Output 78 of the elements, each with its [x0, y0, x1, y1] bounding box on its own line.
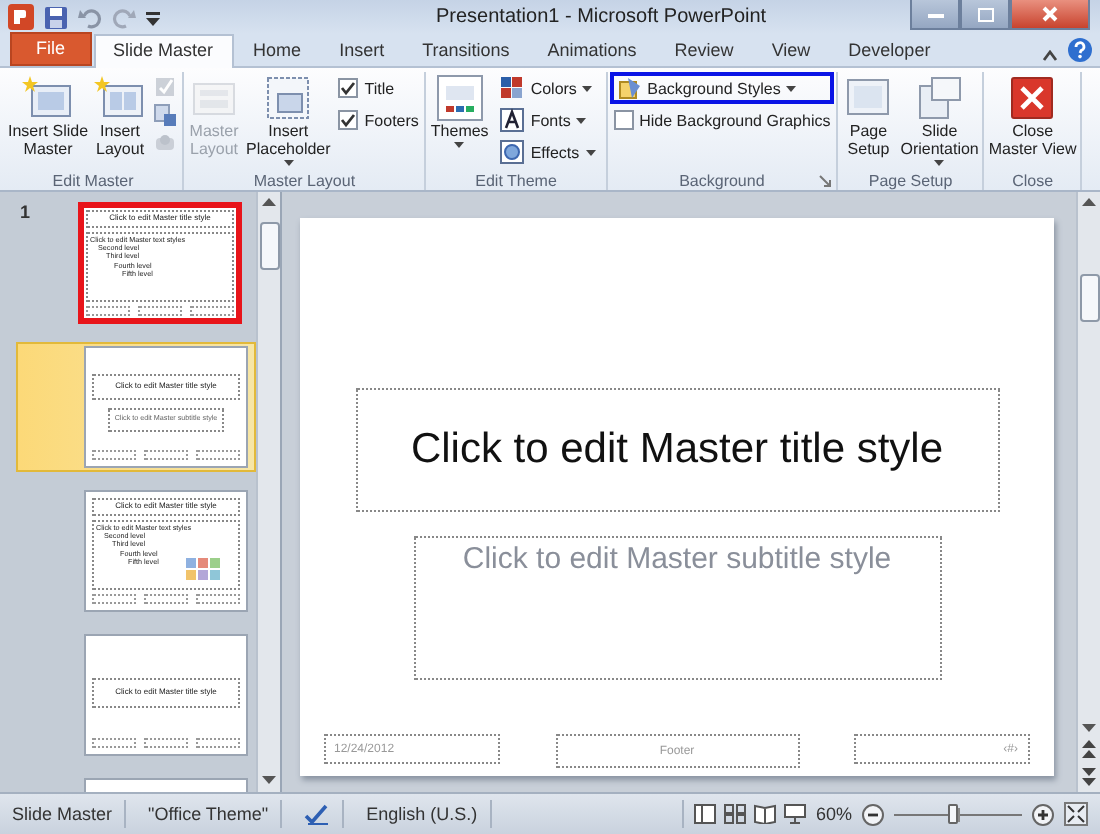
placeholder-icon: [262, 74, 315, 122]
previous-slide-icon[interactable]: [1082, 740, 1096, 760]
dialog-launcher-icon[interactable]: [818, 174, 833, 188]
slideshow-icon[interactable]: [783, 804, 806, 824]
scroll-thumb[interactable]: [1079, 274, 1099, 322]
ribbon-button[interactable]: Insert Slide Master: [6, 72, 91, 160]
window-title: Presentation1 - Microsoft PowerPoint: [434, 6, 769, 28]
scrollbar[interactable]: [256, 192, 280, 792]
group-label: Page Setup: [868, 171, 953, 189]
reading-view-icon[interactable]: [753, 804, 776, 824]
font-icon: [500, 108, 525, 132]
themes-icon: [433, 74, 486, 122]
save-icon[interactable]: [44, 5, 68, 29]
spelling-check-icon[interactable]: [304, 803, 331, 825]
status-text: "Office Theme": [136, 800, 283, 828]
checkbox[interactable]: Hide Background Graphics: [609, 104, 835, 136]
file-tab[interactable]: File: [10, 32, 92, 66]
ribbon-tab[interactable]: View: [753, 36, 829, 66]
ribbon-button[interactable]: Insert Layout: [92, 72, 149, 160]
customize-menu-icon[interactable]: [146, 9, 160, 25]
minimize-ribbon-icon[interactable]: [1042, 50, 1058, 62]
minimize-button[interactable]: [910, 0, 960, 30]
scroll-down-icon[interactable]: [262, 776, 276, 786]
zoom-slider[interactable]: [894, 804, 1022, 824]
slide-sorter-icon[interactable]: [723, 804, 746, 824]
ribbon-button[interactable]: Close Master View: [986, 72, 1079, 160]
ribbon-button[interactable]: Effects: [492, 136, 604, 168]
close-icon: [1042, 6, 1058, 22]
group-label: Close: [1012, 171, 1054, 189]
group-label: Background: [679, 171, 765, 189]
maximize-icon: [977, 7, 993, 21]
ribbon-tab[interactable]: Slide Master: [93, 34, 234, 68]
ribbon-tab[interactable]: Transitions: [404, 36, 528, 66]
minimize-icon: [927, 11, 943, 17]
ribbon-button[interactable]: Page Setup: [840, 72, 897, 160]
close-button[interactable]: [1010, 0, 1090, 30]
orientation-icon: [913, 74, 966, 122]
maximize-button[interactable]: [960, 0, 1010, 30]
status-text[interactable]: English (U.S.): [354, 800, 492, 828]
content-icons-drawing: [186, 558, 222, 582]
ribbon-button[interactable]: Insert Placeholder: [244, 72, 333, 168]
scroll-up-icon[interactable]: [1082, 198, 1096, 208]
close-icon: [1006, 74, 1059, 122]
scroll-down-icon[interactable]: [1082, 724, 1096, 734]
zoom-out-icon[interactable]: [862, 803, 884, 825]
status-text: Slide Master: [0, 800, 127, 828]
ribbon-tab[interactable]: Review: [656, 36, 752, 66]
normal-view-icon[interactable]: [693, 804, 716, 824]
ribbon-button[interactable]: Fonts: [492, 104, 604, 136]
scroll-up-icon[interactable]: [262, 198, 276, 208]
scroll-thumb[interactable]: [259, 222, 279, 270]
effects-icon: [500, 140, 525, 164]
group-label: Master Layout: [253, 171, 356, 189]
paint-bucket-icon: [617, 76, 642, 100]
ribbon-tab[interactable]: Insert: [321, 36, 403, 66]
slide-number: 1: [20, 202, 31, 222]
layout-icon: [94, 74, 147, 122]
title-placeholder[interactable]: Click to edit Master title style: [355, 388, 999, 512]
ribbon-button[interactable]: Background Styles: [609, 72, 835, 104]
ribbon-tab[interactable]: Home: [235, 36, 320, 66]
ribbon-tab[interactable]: Developer: [830, 36, 949, 66]
zoom-in-icon[interactable]: [1032, 803, 1054, 825]
ribbon-button[interactable]: Themes: [428, 72, 491, 150]
slide-master-icon: [22, 74, 75, 122]
group-label: Edit Theme: [475, 171, 557, 189]
color-grid-icon: [500, 76, 525, 100]
ribbon-button[interactable]: Colors: [492, 72, 604, 104]
checkbox[interactable]: Footers: [334, 104, 423, 136]
ribbon-tab[interactable]: Animations: [529, 36, 655, 66]
scrollbar[interactable]: [1076, 192, 1100, 792]
next-slide-icon[interactable]: [1082, 766, 1096, 786]
fit-to-window-icon[interactable]: [1064, 802, 1088, 826]
checkbox[interactable]: Title: [334, 72, 423, 104]
help-icon[interactable]: [1068, 38, 1092, 62]
group-label: Edit Master: [52, 171, 134, 189]
app-logo-icon[interactable]: [8, 4, 34, 30]
ribbon-button[interactable]: Slide Orientation: [898, 72, 981, 168]
zoom-level[interactable]: 60%: [815, 804, 852, 824]
